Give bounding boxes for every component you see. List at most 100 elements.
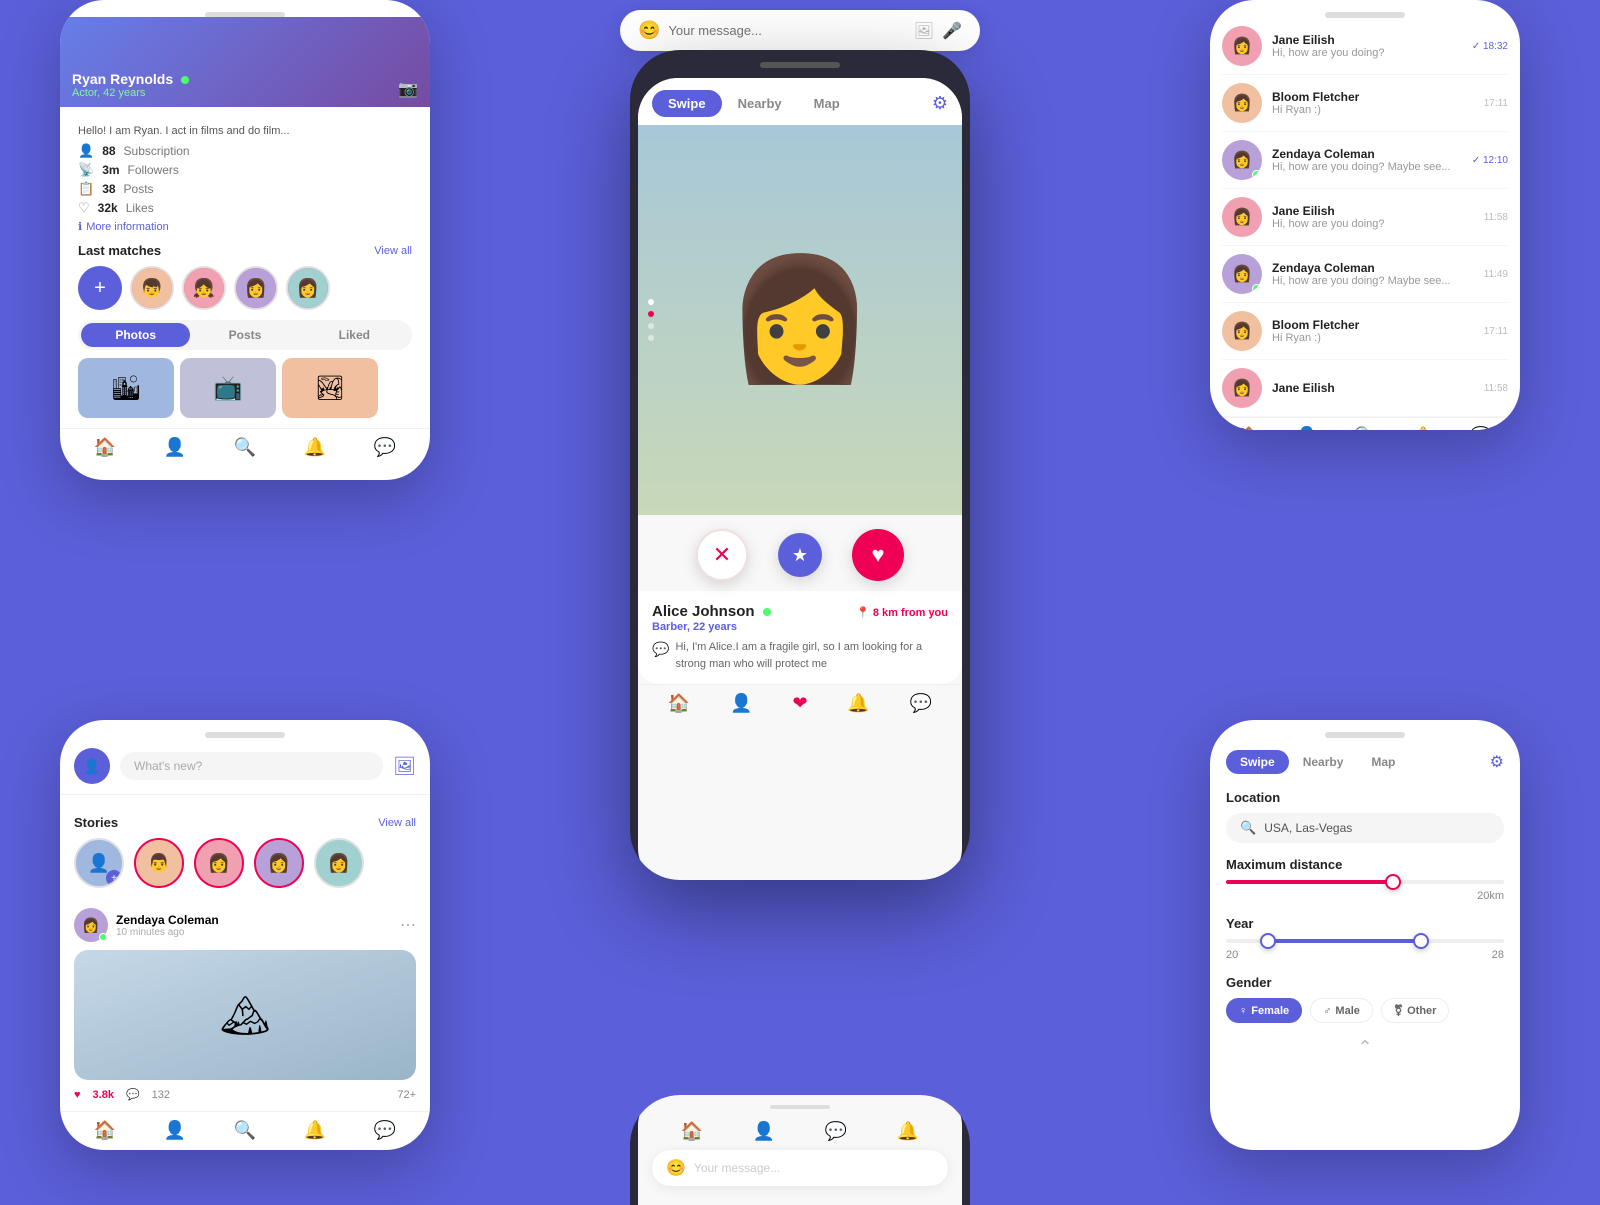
bottom-nav-1: 🏠 👤 🔍 🔔 💬 [60, 428, 430, 466]
bell-icon[interactable]: 🔔 [847, 693, 869, 714]
search-icon[interactable]: 🔍 [1354, 426, 1376, 430]
chat-icon[interactable]: 💬 [374, 1120, 396, 1141]
year-thumb-max[interactable] [1413, 933, 1429, 949]
chat-name: Zendaya Coleman [1272, 261, 1474, 275]
image-icon[interactable]: 🖼 [914, 21, 934, 41]
person-icon[interactable]: 👤 [164, 1120, 186, 1141]
chat-icon[interactable]: 💬 [910, 693, 932, 714]
like-button[interactable]: ♥ [852, 529, 904, 581]
gender-male[interactable]: ♂ Male [1310, 998, 1373, 1023]
chat-info-jane3: Jane Eilish [1272, 381, 1474, 395]
chat-info-bloom2: Bloom Fletcher Hi Ryan :) [1272, 318, 1474, 344]
home-icon[interactable]: 🏠 [94, 1120, 116, 1141]
person-nav-icon[interactable]: 👤 [164, 437, 186, 458]
gender-female[interactable]: ♀ Female [1226, 998, 1302, 1023]
story-1[interactable]: 👨 [134, 838, 184, 888]
home-icon[interactable]: 🏠 [94, 437, 116, 458]
chat-item[interactable]: 👩 Zendaya Coleman Hi, how are you doing?… [1222, 132, 1508, 189]
chat-item[interactable]: 👩 Jane Eilish Hi, how are you doing? ✓ 1… [1222, 18, 1508, 75]
swipe-tabs: Swipe Nearby Map ⚙ [638, 78, 962, 125]
like-icon[interactable]: ♥ [74, 1089, 81, 1101]
tab-liked[interactable]: Liked [300, 323, 409, 347]
bell-icon[interactable]: 🔔 [1412, 426, 1434, 430]
story-3[interactable]: 👩 [254, 838, 304, 888]
photo-1[interactable]: 🏙 [78, 358, 174, 418]
add-match-button[interactable]: + [78, 266, 122, 310]
year-label: Year [1226, 916, 1504, 931]
gender-other[interactable]: ⚧ Other [1381, 998, 1450, 1023]
slider-thumb[interactable] [1385, 874, 1401, 890]
chat-icon[interactable]: 💬 [374, 437, 396, 458]
slider-track [1226, 880, 1504, 884]
year-slider[interactable]: 20 28 [1226, 939, 1504, 961]
story-add-icon: + [106, 870, 122, 886]
tab-swipe[interactable]: Swipe [652, 90, 722, 117]
more-info-link[interactable]: ℹ More information [78, 220, 412, 233]
home-icon[interactable]: 🏠 [681, 1121, 703, 1142]
chat-avatar-bloom2: 👩 [1222, 311, 1262, 351]
year-thumb-min[interactable] [1260, 933, 1276, 949]
photo-2[interactable]: 📺 [180, 358, 276, 418]
bell-icon[interactable]: 🔔 [897, 1121, 919, 1142]
camera-icon[interactable]: 📷 [398, 79, 418, 99]
story-add-button[interactable]: 👤 + [74, 838, 124, 888]
message-input-bar[interactable]: 😊 🖼 🎤 [620, 10, 980, 51]
tab-nearby-filter[interactable]: Nearby [1289, 750, 1358, 774]
chat-item[interactable]: 👩 Bloom Fletcher Hi Ryan :) 17:11 [1222, 303, 1508, 360]
slider-fill [1226, 880, 1393, 884]
filter-phone: Swipe Nearby Map ⚙ Location 🔍 USA, Las-V… [1210, 720, 1520, 1150]
story-4[interactable]: 👩 [314, 838, 364, 888]
person-icon[interactable]: 👤 [730, 693, 752, 714]
tab-posts[interactable]: Posts [190, 323, 299, 347]
story-2[interactable]: 👩 [194, 838, 244, 888]
distance-slider[interactable]: 20km [1226, 880, 1504, 902]
bottom-message-bar[interactable]: 😊 Your message... [652, 1150, 948, 1186]
tab-map[interactable]: Map [798, 90, 856, 117]
chat-info-zendaya2: Zendaya Coleman Hi, how are you doing? M… [1272, 261, 1474, 287]
star-button[interactable]: ★ [778, 533, 822, 577]
photo-3[interactable]: 🏞 [282, 358, 378, 418]
chat-item[interactable]: 👩 Bloom Fletcher Hi Ryan :) 17:11 [1222, 75, 1508, 132]
view-all-stories[interactable]: View all [378, 817, 416, 829]
home-icon[interactable]: 🏠 [668, 693, 690, 714]
message-placeholder: Your message... [694, 1161, 780, 1175]
post-menu-icon[interactable]: ⋯ [400, 915, 416, 935]
view-all-matches[interactable]: View all [374, 245, 412, 257]
tab-photos[interactable]: Photos [81, 323, 190, 347]
location-input[interactable]: 🔍 USA, Las-Vegas [1226, 813, 1504, 843]
feed-header: 👤 What's new? 🖼 [60, 738, 430, 795]
feed-input-placeholder[interactable]: What's new? [120, 752, 383, 780]
match-avatar-2[interactable]: 👧 [182, 266, 226, 310]
comment-icon[interactable]: 💬 [126, 1088, 140, 1101]
chat-item[interactable]: 👩 Jane Eilish Hi, how are you doing? 11:… [1222, 189, 1508, 246]
search-icon[interactable]: 🔍 [234, 437, 256, 458]
filter-settings-icon[interactable]: ⚙ [1490, 752, 1504, 772]
match-avatar-3[interactable]: 👩 [234, 266, 278, 310]
message-icon[interactable]: 💬 [825, 1121, 847, 1142]
bell-icon[interactable]: 🔔 [304, 437, 326, 458]
match-avatar-4[interactable]: 👩 [286, 266, 330, 310]
home-icon[interactable]: 🏠 [1238, 426, 1260, 430]
chat-active-icon[interactable]: 💬 [1470, 426, 1492, 430]
search-icon[interactable]: 🔍 [234, 1120, 256, 1141]
tab-nearby[interactable]: Nearby [722, 90, 798, 117]
year-min: 20 [1226, 949, 1238, 961]
chevron-up-icon[interactable]: ⌃ [1357, 1037, 1372, 1057]
tab-map-filter[interactable]: Map [1357, 750, 1409, 774]
filter-icon[interactable]: ⚙ [932, 93, 948, 114]
bell-icon[interactable]: 🔔 [304, 1120, 326, 1141]
mic-icon[interactable]: 🎤 [942, 21, 962, 41]
message-input[interactable] [668, 23, 905, 38]
swipe-card[interactable]: 👩 [638, 125, 962, 515]
person-icon[interactable]: 👤 [1296, 426, 1318, 430]
person-icon[interactable]: 👤 [753, 1121, 775, 1142]
match-avatar-1[interactable]: 👦 [130, 266, 174, 310]
swipe-active-icon[interactable]: ❤ [792, 693, 807, 714]
stat-posts: 📋 38 Posts [78, 181, 412, 197]
dislike-button[interactable]: ✕ [696, 529, 748, 581]
chat-item[interactable]: 👩 Jane Eilish 11:58 [1222, 360, 1508, 417]
chat-item[interactable]: 👩 Zendaya Coleman Hi, how are you doing?… [1222, 246, 1508, 303]
feed-image-icon[interactable]: 🖼 [393, 756, 416, 777]
tab-swipe-filter[interactable]: Swipe [1226, 750, 1289, 774]
year-slider-fill [1268, 939, 1421, 943]
